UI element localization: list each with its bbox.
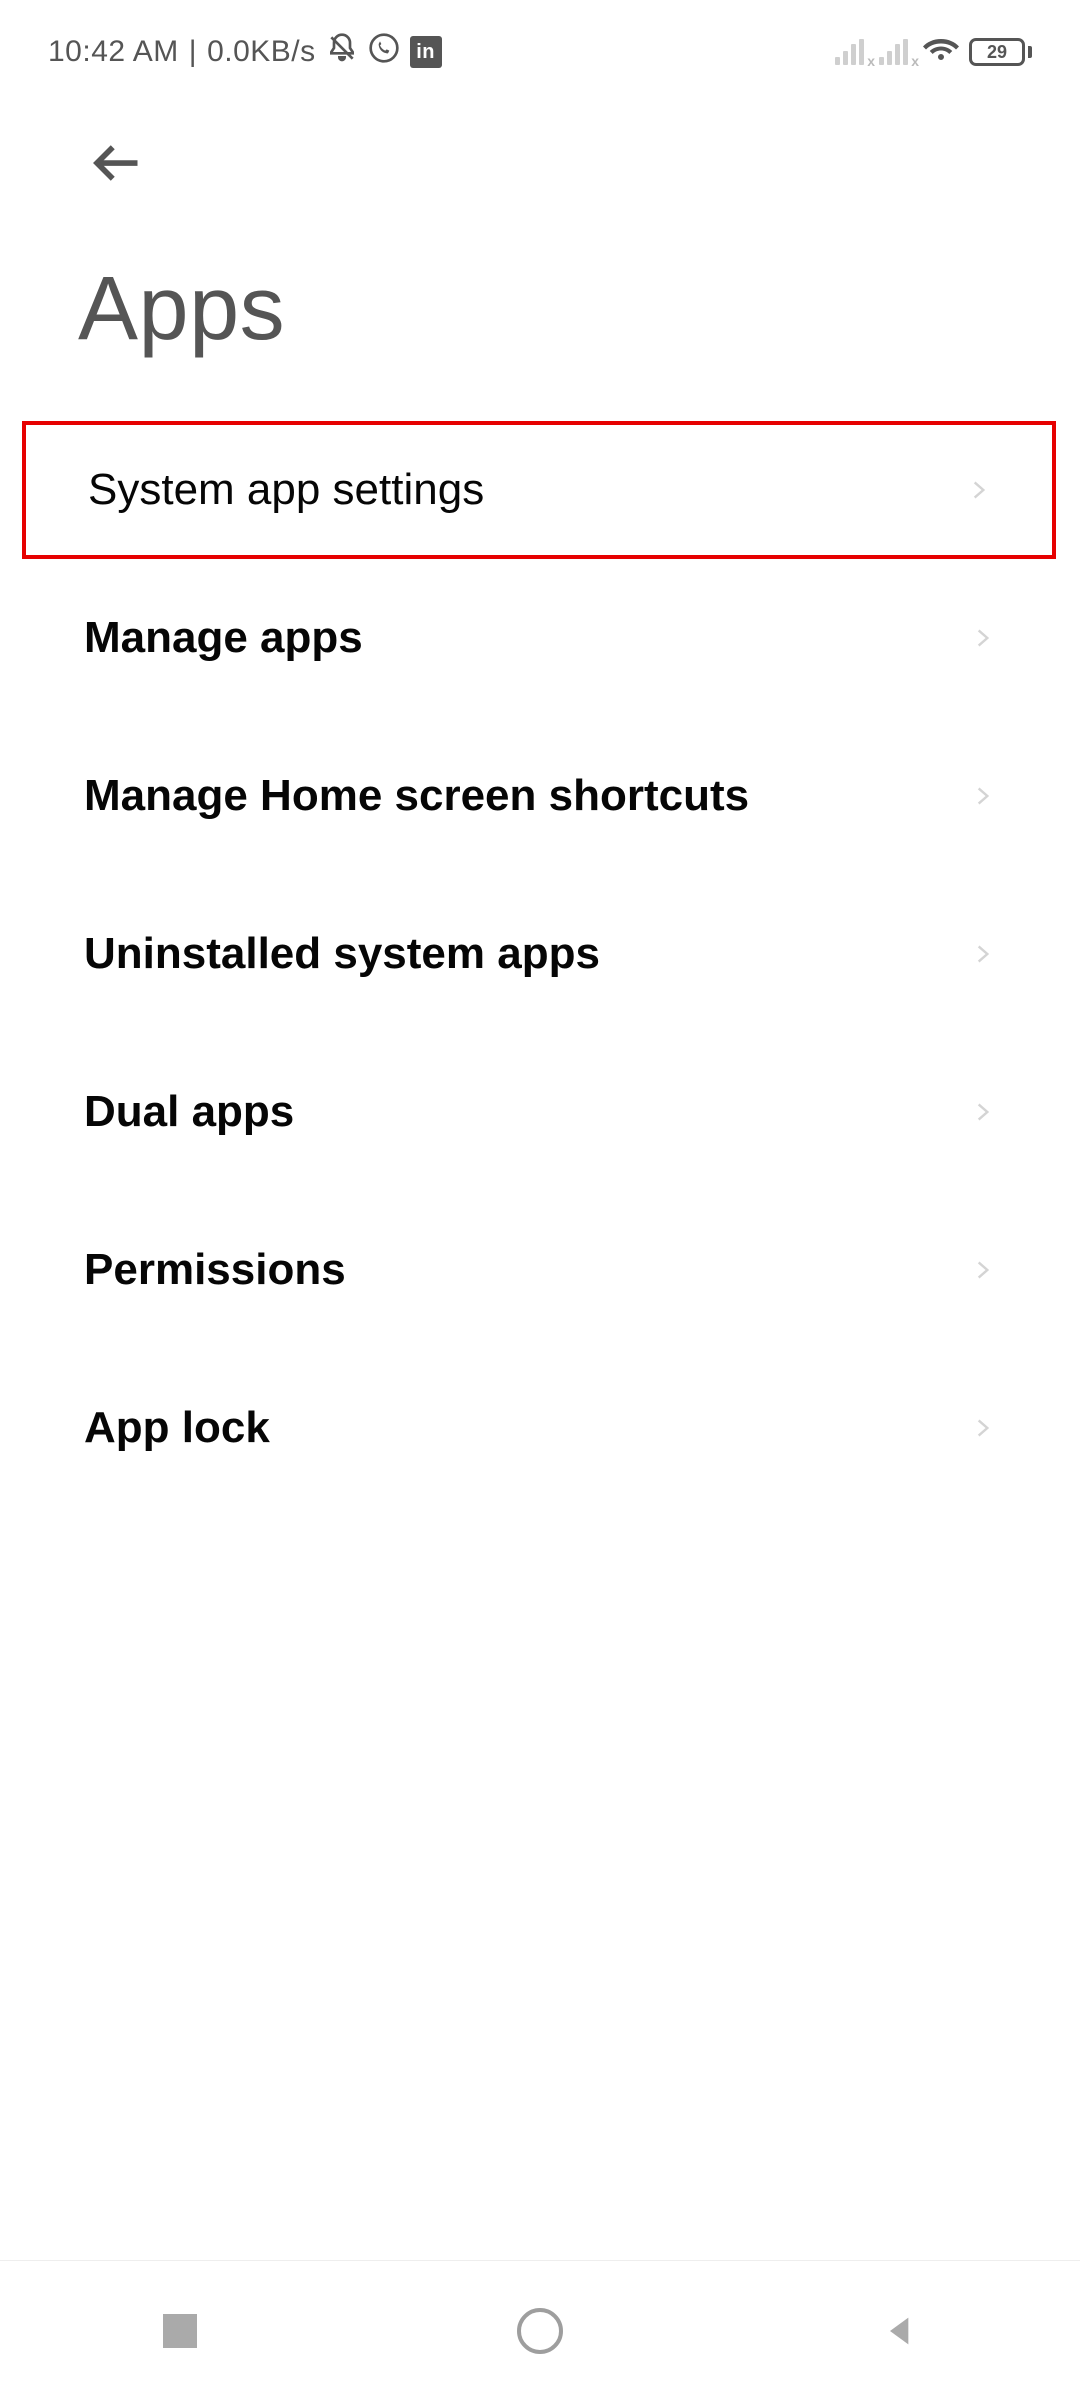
wifi-icon — [923, 30, 959, 74]
nav-home-button[interactable] — [505, 2296, 575, 2366]
item-label: Manage apps — [84, 613, 363, 663]
battery-icon: 29 — [969, 38, 1032, 66]
item-uninstalled-system-apps[interactable]: Uninstalled system apps — [0, 875, 1080, 1033]
item-permissions[interactable]: Permissions — [0, 1191, 1080, 1349]
back-button[interactable] — [88, 136, 142, 190]
chevron-right-icon — [970, 1415, 996, 1441]
signal-1-icon: x — [835, 39, 869, 65]
android-nav-bar — [0, 2260, 1080, 2400]
status-right: x x 29 — [835, 30, 1032, 74]
nav-back-button[interactable] — [865, 2296, 935, 2366]
item-label: Uninstalled system apps — [84, 929, 600, 979]
chevron-right-icon — [970, 625, 996, 651]
battery-level: 29 — [969, 38, 1025, 66]
chevron-right-icon — [970, 941, 996, 967]
item-label: App lock — [84, 1403, 270, 1453]
chevron-right-icon — [970, 783, 996, 809]
chevron-right-icon — [970, 1099, 996, 1125]
signal-2-icon: x — [879, 39, 913, 65]
status-bar: 10:42 AM | 0.0KB/s in x x 29 — [0, 0, 1080, 104]
dnd-icon — [326, 32, 358, 72]
linkedin-icon: in — [410, 36, 442, 68]
settings-list: System app settings Manage apps Manage H… — [0, 421, 1080, 1507]
triangle-left-icon — [880, 2311, 920, 2351]
chevron-right-icon — [966, 477, 992, 503]
highlight-box: System app settings — [22, 421, 1056, 559]
item-dual-apps[interactable]: Dual apps — [0, 1033, 1080, 1191]
item-system-app-settings[interactable]: System app settings — [26, 425, 1052, 555]
status-time: 10:42 AM — [48, 35, 179, 69]
square-icon — [163, 2314, 197, 2348]
item-label: Manage Home screen shortcuts — [84, 771, 749, 821]
status-left: 10:42 AM | 0.0KB/s in — [48, 32, 442, 72]
status-sep: | — [189, 35, 197, 69]
item-label: System app settings — [88, 465, 484, 515]
page-title: Apps — [0, 190, 1080, 421]
whatsapp-icon — [368, 32, 400, 72]
item-label: Dual apps — [84, 1087, 294, 1137]
nav-recents-button[interactable] — [145, 2296, 215, 2366]
circle-icon — [517, 2308, 563, 2354]
item-manage-apps[interactable]: Manage apps — [0, 559, 1080, 717]
item-manage-home-screen-shortcuts[interactable]: Manage Home screen shortcuts — [0, 717, 1080, 875]
item-label: Permissions — [84, 1245, 346, 1295]
status-net-speed: 0.0KB/s — [207, 35, 316, 69]
item-app-lock[interactable]: App lock — [0, 1349, 1080, 1507]
chevron-right-icon — [970, 1257, 996, 1283]
